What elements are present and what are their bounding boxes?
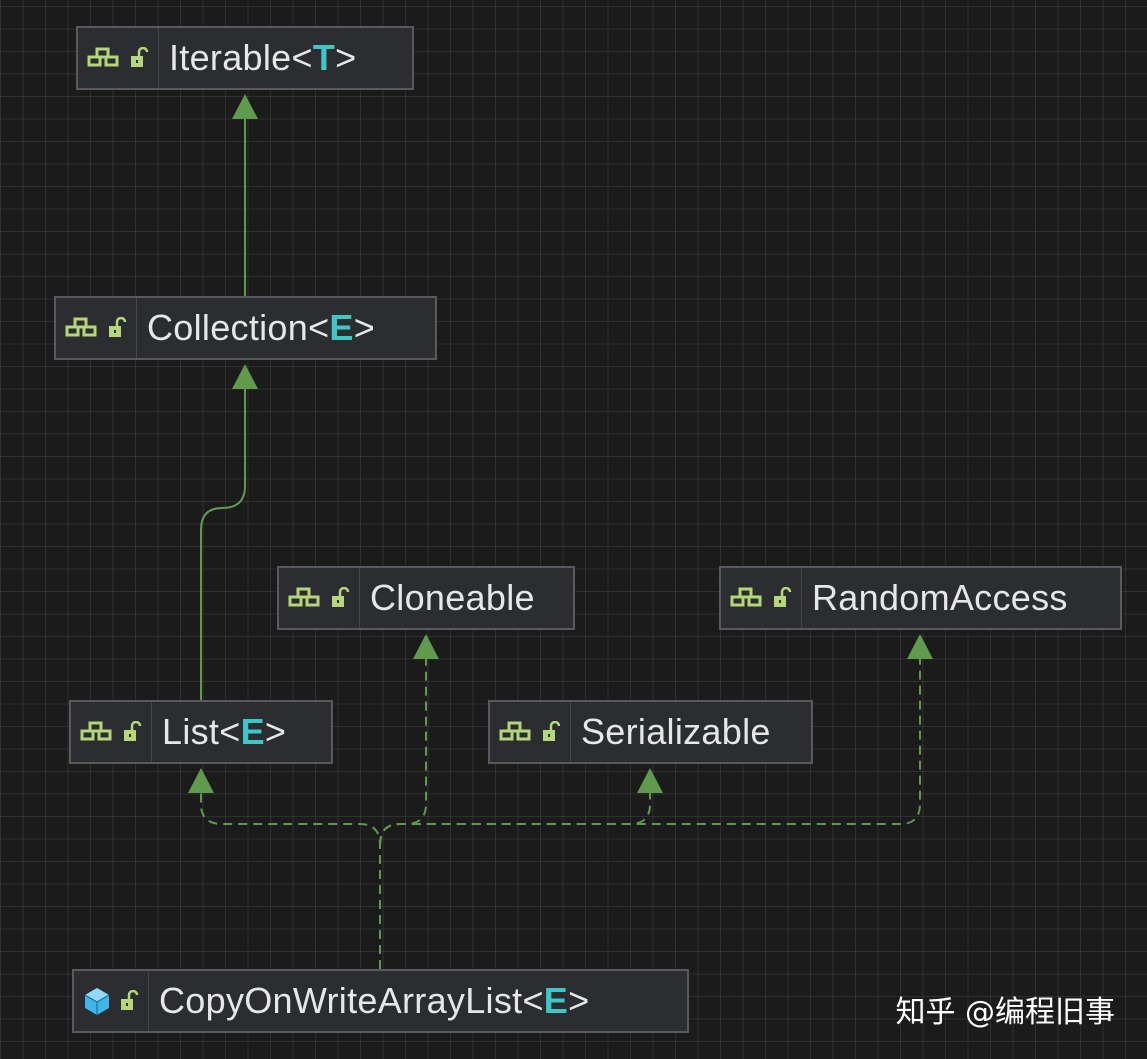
- unlock-icon: [541, 721, 561, 743]
- arrowhead-serializable: [637, 768, 663, 793]
- node-serializable[interactable]: Serializable: [488, 700, 813, 764]
- node-title: Serializable: [571, 702, 785, 762]
- type-parameter: E: [240, 711, 265, 752]
- unlock-icon: [129, 47, 149, 69]
- class-name: RandomAccess: [812, 577, 1068, 618]
- interface-icon: [87, 47, 121, 69]
- node-list[interactable]: List < E >: [69, 700, 333, 764]
- node-title: Collection < E >: [137, 298, 389, 358]
- class-name: List: [162, 711, 220, 752]
- unlock-icon: [107, 317, 127, 339]
- node-title: Iterable < T >: [159, 28, 370, 88]
- node-iterable[interactable]: Iterable < T >: [76, 26, 414, 90]
- interface-icon: [730, 587, 764, 609]
- node-collection[interactable]: Collection < E >: [54, 296, 437, 360]
- type-parameter: E: [329, 307, 354, 348]
- node-cloneable[interactable]: Cloneable: [277, 566, 575, 630]
- type-parameter: E: [543, 980, 569, 1021]
- generic: < E >: [522, 980, 590, 1021]
- arrowhead-cloneable: [413, 634, 439, 659]
- class-name: Collection: [147, 307, 309, 348]
- arrowhead-iterable: [232, 94, 258, 119]
- edge-cow-to-cloneable: [379, 656, 427, 846]
- unlock-icon: [119, 990, 139, 1012]
- edge-cow-to-serializable: [379, 790, 651, 846]
- arrowhead-collection: [232, 364, 258, 389]
- generic: < E >: [219, 711, 287, 752]
- generic: < E >: [308, 307, 376, 348]
- node-title: List < E >: [152, 702, 300, 762]
- arrowhead-list: [188, 768, 214, 793]
- node-icons: [721, 568, 802, 628]
- unlock-icon: [122, 721, 142, 743]
- unlock-icon: [330, 587, 350, 609]
- arrowhead-randomaccess: [907, 634, 933, 659]
- node-random-access[interactable]: RandomAccess: [719, 566, 1122, 630]
- generic: < T >: [291, 37, 357, 78]
- node-icons: [71, 702, 152, 762]
- class-name: Iterable: [169, 37, 292, 78]
- node-title: Cloneable: [360, 568, 549, 628]
- class-icon: [83, 986, 111, 1016]
- node-title: CopyOnWriteArrayList < E >: [149, 971, 603, 1031]
- node-copy-on-write-array-list[interactable]: CopyOnWriteArrayList < E >: [72, 969, 689, 1033]
- edge-cow-to-list: [200, 790, 381, 969]
- interface-icon: [288, 587, 322, 609]
- interface-icon: [499, 721, 533, 743]
- class-name: Serializable: [581, 711, 771, 752]
- node-icons: [279, 568, 360, 628]
- watermark: 知乎 @编程旧事: [895, 995, 1115, 1030]
- edge-list-to-collection: [200, 386, 246, 700]
- class-name: Cloneable: [370, 577, 535, 618]
- node-icons: [74, 971, 149, 1031]
- type-parameter: T: [312, 37, 336, 78]
- node-icons: [490, 702, 571, 762]
- interface-icon: [65, 317, 99, 339]
- inheritance-edges: [188, 94, 933, 969]
- interface-icon: [80, 721, 114, 743]
- unlock-icon: [772, 587, 792, 609]
- node-icons: [56, 298, 137, 358]
- node-title: RandomAccess: [802, 568, 1082, 628]
- class-name: CopyOnWriteArrayList: [159, 980, 523, 1021]
- node-icons: [78, 28, 159, 88]
